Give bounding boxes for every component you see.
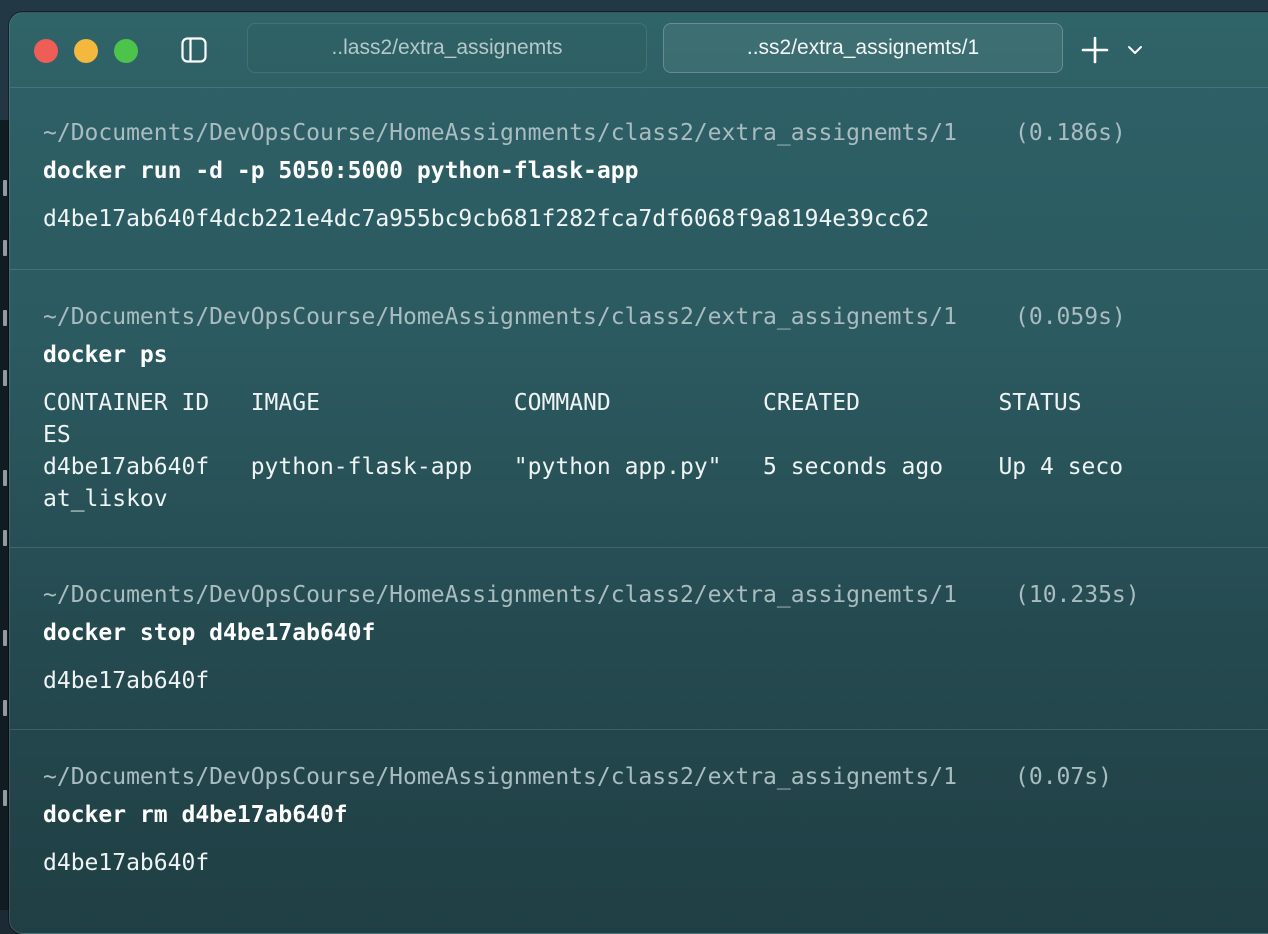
sidebar-toggle-icon[interactable]	[181, 37, 207, 63]
title-bar: ..lass2/extra_assignemts ..ss2/extra_ass…	[10, 13, 1268, 88]
command-text: docker rm d4be17ab640f	[43, 802, 348, 828]
prompt-path: ~/Documents/DevOpsCourse/HomeAssignments…	[43, 582, 957, 608]
command-text: docker ps	[43, 342, 168, 368]
edge-mark	[3, 630, 7, 646]
command-text: docker run -d -p 5050:5000 python-flask-…	[43, 158, 639, 184]
edge-mark	[3, 370, 7, 386]
command-output: d4be17ab640f	[43, 850, 210, 876]
edge-mark	[3, 180, 7, 196]
output-line: CONTAINER ID IMAGE COMMAND CREATED STATU…	[43, 390, 1082, 416]
terminal-window: ..lass2/extra_assignemts ..ss2/extra_ass…	[9, 12, 1268, 934]
command-duration: (0.07s)	[1015, 764, 1112, 790]
command-duration: (10.235s)	[1015, 582, 1140, 608]
command-block[interactable]: ~/Documents/DevOpsCourse/HomeAssignments…	[10, 87, 1268, 269]
output-line: ES	[43, 422, 71, 448]
edge-mark	[3, 790, 7, 806]
prompt-path: ~/Documents/DevOpsCourse/HomeAssignments…	[43, 304, 957, 330]
command-block[interactable]: ~/Documents/DevOpsCourse/HomeAssignments…	[10, 547, 1268, 730]
command-block[interactable]: ~/Documents/DevOpsCourse/HomeAssignments…	[10, 729, 1268, 930]
maximize-button[interactable]	[114, 39, 138, 63]
edge-mark	[3, 470, 7, 486]
output-line: d4be17ab640f python-flask-app "python ap…	[43, 454, 1124, 480]
edge-mark	[3, 310, 7, 326]
chevron-down-icon[interactable]	[1126, 41, 1144, 59]
edge-mark	[3, 530, 7, 546]
command-duration: (0.186s)	[1015, 120, 1126, 146]
output-line: at_liskov	[43, 486, 168, 512]
tab-extra-assignemts-1[interactable]: ..ss2/extra_assignemts/1	[663, 23, 1063, 73]
edge-mark	[3, 700, 7, 716]
command-output: d4be17ab640f4dcb221e4dc7a955bc9cb681f282…	[43, 206, 930, 232]
minimize-button[interactable]	[74, 39, 98, 63]
close-button[interactable]	[34, 39, 58, 63]
command-block[interactable]: ~/Documents/DevOpsCourse/HomeAssignments…	[10, 269, 1268, 548]
edge-mark	[3, 240, 7, 256]
tab-label: ..lass2/extra_assignemts	[331, 36, 563, 59]
plus-icon[interactable]	[1080, 35, 1110, 65]
prompt-path: ~/Documents/DevOpsCourse/HomeAssignments…	[43, 120, 957, 146]
tab-label: ..ss2/extra_assignemts/1	[746, 36, 980, 59]
tab-extra-assignemts[interactable]: ..lass2/extra_assignemts	[247, 23, 647, 73]
command-text: docker stop d4be17ab640f	[43, 620, 376, 646]
command-duration: (0.059s)	[1015, 304, 1126, 330]
command-output: d4be17ab640f	[43, 668, 210, 694]
prompt-path: ~/Documents/DevOpsCourse/HomeAssignments…	[43, 764, 957, 790]
